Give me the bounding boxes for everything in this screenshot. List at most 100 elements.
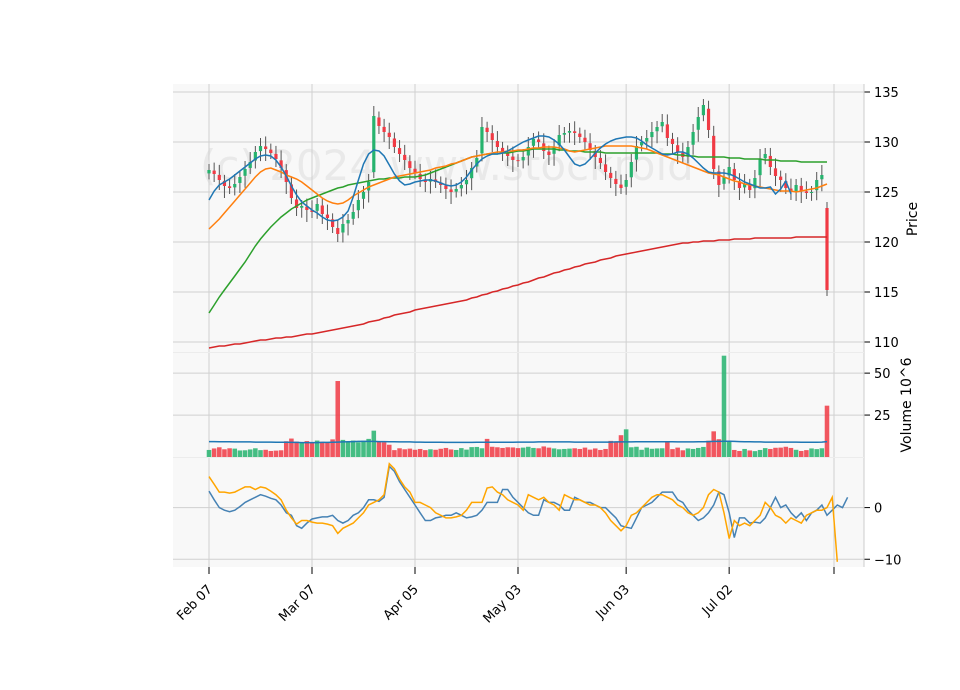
candle-body bbox=[567, 131, 572, 133]
candle-body bbox=[578, 133, 582, 137]
volume-bar bbox=[520, 447, 526, 457]
candle-body bbox=[403, 154, 407, 160]
volume-bar bbox=[443, 447, 449, 457]
candle-body bbox=[336, 228, 340, 234]
oscillator-y-tick-label: 0 bbox=[874, 502, 882, 517]
candle-body bbox=[228, 186, 232, 188]
volume-bar bbox=[294, 441, 299, 457]
candle-body bbox=[382, 126, 386, 132]
candle-body bbox=[320, 205, 324, 214]
volume-bar bbox=[253, 448, 258, 457]
candle-body bbox=[706, 108, 711, 130]
volume-bar bbox=[268, 450, 274, 457]
volume-bar bbox=[510, 447, 516, 457]
volume-bar bbox=[469, 447, 474, 457]
volume-bar bbox=[459, 448, 464, 457]
candle-body bbox=[583, 137, 587, 142]
candle-body bbox=[495, 141, 499, 147]
volume-bar bbox=[474, 446, 480, 457]
volume-bar bbox=[397, 448, 402, 457]
volume-bar bbox=[335, 381, 341, 457]
candle-body bbox=[258, 146, 263, 152]
candle-body bbox=[820, 175, 824, 180]
volume-bar bbox=[237, 450, 243, 457]
volume-bar bbox=[819, 448, 825, 457]
candle-body bbox=[676, 145, 680, 152]
volume-bar bbox=[747, 450, 753, 457]
candle-body bbox=[732, 168, 736, 180]
volume-bar bbox=[258, 450, 263, 457]
volume-bar bbox=[587, 449, 593, 457]
volume-bar bbox=[536, 448, 541, 457]
price-y-tick-label: 130 bbox=[874, 136, 899, 151]
volume-bar bbox=[788, 447, 794, 457]
volume-bar bbox=[793, 449, 799, 457]
candle-body bbox=[454, 189, 458, 192]
volume-bar bbox=[381, 442, 387, 457]
candle-body bbox=[609, 172, 613, 178]
volume-bar bbox=[500, 447, 505, 457]
candle-body bbox=[233, 184, 237, 188]
volume-bar bbox=[227, 448, 232, 457]
candle-body bbox=[377, 117, 381, 126]
volume-bar bbox=[556, 449, 562, 457]
volume-bar bbox=[299, 442, 304, 457]
volume-bar bbox=[417, 448, 423, 457]
candle-body bbox=[552, 147, 556, 154]
candle-body bbox=[516, 160, 520, 162]
price-y-tick-label: 120 bbox=[874, 236, 899, 251]
price-y-tick-label: 135 bbox=[874, 86, 899, 101]
candle-body bbox=[408, 161, 412, 168]
candle-body bbox=[264, 146, 268, 149]
candle-body bbox=[238, 177, 242, 183]
candle-body bbox=[598, 157, 602, 163]
candle-body bbox=[696, 117, 700, 130]
volume-bar bbox=[809, 448, 814, 457]
volume-bar bbox=[804, 450, 809, 457]
volume-bar bbox=[242, 450, 248, 457]
x-tick-label: Jul 02 bbox=[699, 582, 736, 619]
candle-body bbox=[655, 127, 659, 132]
volume-bar bbox=[263, 449, 268, 457]
x-tick-label: Jun 03 bbox=[593, 582, 633, 622]
volume-bar bbox=[639, 449, 644, 457]
volume-y-tick-label: 50 bbox=[874, 367, 891, 382]
candle-body bbox=[480, 127, 484, 154]
volume-bar bbox=[464, 449, 469, 457]
volume-bar bbox=[634, 446, 639, 457]
volume-bar bbox=[283, 441, 289, 457]
volume-bar bbox=[701, 446, 706, 457]
candle-body bbox=[506, 153, 510, 156]
volume-bar bbox=[598, 449, 603, 457]
stock-chart: (c) 2024 www.stockroid Feb 07 Mar 07 Apr 0… bbox=[173, 84, 921, 626]
volume-bar bbox=[592, 448, 598, 457]
volume-bar bbox=[309, 442, 315, 457]
volume-bar bbox=[608, 440, 613, 457]
candle-body bbox=[712, 135, 716, 169]
candle-body bbox=[650, 132, 654, 138]
volume-bar bbox=[222, 449, 227, 457]
x-tick-label: May 03 bbox=[481, 582, 525, 626]
candle-body bbox=[341, 224, 345, 233]
x-tick-label: Apr 05 bbox=[381, 582, 422, 623]
price-axis-label: Price bbox=[905, 202, 921, 236]
candle-body bbox=[392, 138, 396, 147]
candle-body bbox=[670, 138, 675, 144]
volume-bar bbox=[814, 449, 819, 457]
candle-body bbox=[511, 156, 515, 160]
volume-bar bbox=[659, 448, 665, 457]
volume-bar bbox=[582, 447, 588, 457]
candle-body bbox=[464, 180, 469, 185]
candle-body bbox=[701, 105, 705, 116]
candle-body bbox=[300, 206, 304, 208]
volume-bar bbox=[685, 448, 691, 457]
volume-bar bbox=[433, 449, 438, 457]
volume-bar bbox=[567, 448, 572, 457]
candle-body bbox=[356, 200, 360, 211]
candle-body bbox=[243, 169, 247, 176]
volume-bar bbox=[670, 449, 675, 457]
volume-bar bbox=[531, 447, 536, 457]
volume-bar bbox=[289, 438, 294, 457]
volume-bar bbox=[392, 450, 397, 457]
volume-bar bbox=[479, 448, 485, 457]
